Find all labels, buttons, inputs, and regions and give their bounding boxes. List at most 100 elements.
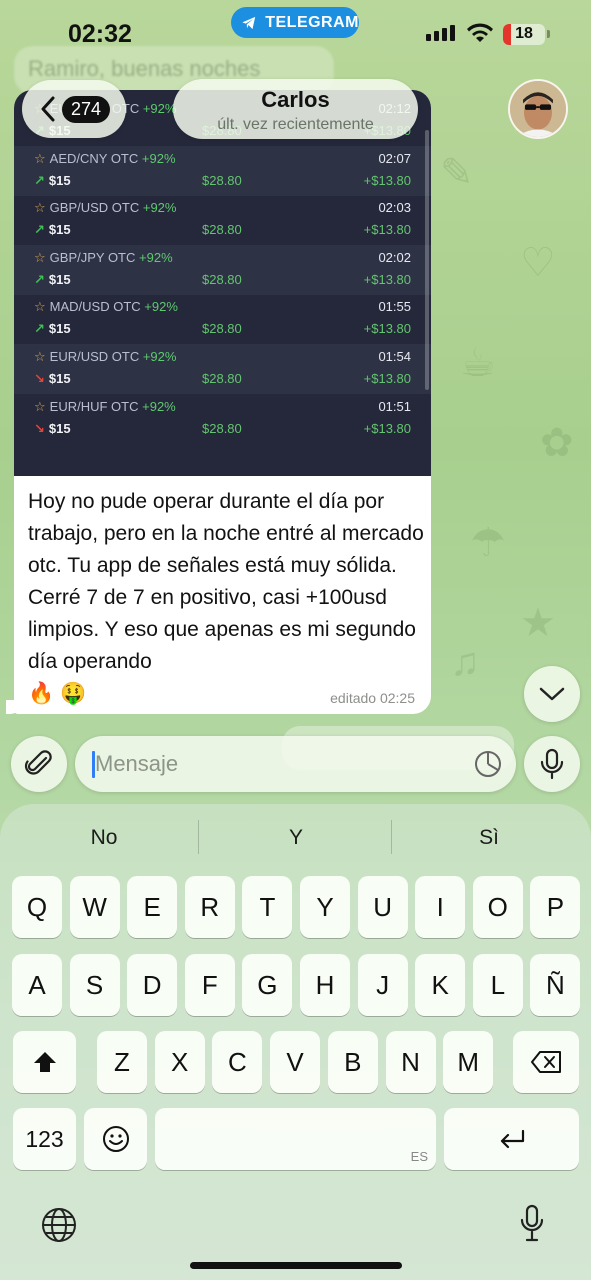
- star-icon: ☆: [34, 200, 46, 216]
- trade-amount: $15: [48, 420, 71, 436]
- key-x[interactable]: X: [154, 1031, 205, 1093]
- trade-pair: ☆EUR/USD OTC +92%: [34, 349, 176, 365]
- trade-row: ☆ GBP/JPY OTC +92% 02:02 ↗ $15 $28.80 +$13.80: [14, 244, 431, 295]
- trade-payout: $28.80: [202, 321, 242, 337]
- sticker-icon[interactable]: [474, 750, 502, 778]
- star-icon: ☆: [34, 249, 46, 265]
- key-ñ[interactable]: Ñ: [530, 954, 581, 1016]
- key-b[interactable]: B: [327, 1031, 378, 1093]
- key-z[interactable]: Z: [97, 1031, 147, 1093]
- unread-count-badge: 274: [62, 95, 111, 123]
- trade-pair: ☆ AED/CNY OTC +92%: [34, 151, 176, 167]
- emoji-icon: [102, 1126, 129, 1152]
- suggestion-1[interactable]: No: [6, 826, 202, 850]
- home-indicator: [190, 1262, 402, 1269]
- key-a[interactable]: A: [12, 954, 62, 1016]
- trade-payout-percent: +92%: [144, 299, 178, 315]
- arrow-up-right-icon: ↗: [34, 321, 45, 337]
- trade-row: ☆ EUR/HUF OTC +92% 01:51 ↘ $15 $28.80 +$13.80: [14, 394, 431, 444]
- trade-payout-percent: +92%: [142, 349, 177, 364]
- predictive-bar: No Y Sì: [0, 804, 591, 870]
- trade-amount-wrap: ↗$15: [34, 321, 71, 337]
- key-f[interactable]: F: [184, 954, 235, 1016]
- trade-amount-wrap: ↗$15: [34, 222, 71, 238]
- numbers-key[interactable]: 123: [13, 1108, 76, 1170]
- trade-profit: +$13.80: [363, 420, 411, 436]
- trade-amount: $15: [48, 371, 71, 386]
- trade-payout-percent: +92%: [141, 150, 176, 166]
- key-r[interactable]: R: [184, 876, 235, 938]
- trade-amount: $15: [48, 271, 71, 287]
- star-icon: ☆: [34, 299, 46, 315]
- key-v[interactable]: V: [270, 1031, 321, 1093]
- key-n[interactable]: N: [385, 1031, 436, 1093]
- key-s[interactable]: S: [69, 954, 120, 1016]
- avatar[interactable]: [508, 79, 568, 139]
- key-j[interactable]: J: [357, 954, 408, 1016]
- microphone-icon: [540, 748, 564, 780]
- key-i[interactable]: I: [415, 876, 466, 938]
- key-u[interactable]: U: [357, 876, 408, 938]
- contact-name: Carlos: [261, 87, 330, 112]
- return-key[interactable]: [444, 1108, 579, 1170]
- wifi-icon: [467, 23, 493, 42]
- key-o[interactable]: O: [472, 876, 523, 938]
- message-input[interactable]: [95, 744, 465, 784]
- trade-payout-percent: +92%: [142, 200, 177, 216]
- back-button[interactable]: 274: [22, 80, 126, 138]
- key-q[interactable]: Q: [12, 876, 62, 938]
- key-k[interactable]: K: [415, 954, 466, 1016]
- trade-row: ☆ AED/CNY OTC +92% 02:07 ↗ $15 $28.80 +$13.80: [14, 145, 431, 196]
- trade-profit: +$13.80: [363, 222, 411, 238]
- backspace-key[interactable]: [513, 1031, 579, 1093]
- battery-tip: [547, 30, 550, 38]
- scroll-to-bottom-button[interactable]: [524, 666, 580, 722]
- backspace-icon: [531, 1051, 561, 1073]
- key-w[interactable]: W: [69, 876, 120, 938]
- trade-row: ☆ GBP/USD OTC +92% 02:03 ↗ $15 $28.80 +$13.80: [14, 195, 431, 245]
- key-e[interactable]: E: [127, 876, 178, 938]
- dictation-icon[interactable]: [519, 1204, 545, 1244]
- suggestion-2[interactable]: Y: [198, 826, 394, 850]
- battery-icon: 18: [503, 24, 545, 45]
- trade-profit: +$13.80: [363, 172, 411, 188]
- key-c[interactable]: C: [212, 1031, 263, 1093]
- shift-key[interactable]: [13, 1031, 76, 1093]
- voice-message-button[interactable]: [524, 736, 580, 792]
- suggestion-3[interactable]: Sì: [391, 826, 587, 850]
- chevron-left-icon: [41, 96, 55, 122]
- message-input-field[interactable]: [75, 736, 516, 792]
- trade-amount: $15: [48, 321, 71, 337]
- star-icon: ☆: [34, 349, 46, 364]
- trade-amount-wrap: ↗$15: [34, 173, 71, 189]
- trade-time: 01:55: [378, 299, 411, 315]
- trade-row: ☆ MAD/USD OTC +92% 01:55 ↗ $15 $28.80 +$13.80: [14, 294, 431, 344]
- arrow-up-right-icon: ↗: [34, 172, 45, 188]
- trade-pair-name: GBP/JPY OTC: [49, 249, 136, 265]
- key-m[interactable]: M: [443, 1031, 494, 1093]
- key-d[interactable]: D: [127, 954, 178, 1016]
- telegram-pill-label: TELEGRAM: [265, 13, 359, 31]
- space-key[interactable]: ES: [155, 1108, 436, 1170]
- chat-title[interactable]: Carlos últ. vez recientemente: [173, 79, 418, 139]
- key-t[interactable]: T: [242, 876, 293, 938]
- key-y[interactable]: Y: [300, 876, 350, 938]
- trade-history-screenshot[interactable]: ☆EUR/USD OTC +92%02:12↗$15$28.80+$13.80☆…: [14, 90, 431, 476]
- key-p[interactable]: P: [530, 876, 581, 938]
- trade-payout: $28.80: [202, 371, 242, 386]
- trade-payout: $28.80: [202, 271, 242, 287]
- key-l[interactable]: L: [472, 954, 523, 1016]
- globe-icon[interactable]: [40, 1206, 78, 1244]
- return-icon: [500, 1129, 524, 1149]
- trade-amount-wrap: ↘ $15: [34, 421, 71, 437]
- message-bubble[interactable]: ☆EUR/USD OTC +92%02:12↗$15$28.80+$13.80☆…: [14, 90, 431, 714]
- key-h[interactable]: H: [300, 954, 350, 1016]
- attach-button[interactable]: [11, 736, 67, 792]
- shift-icon: [33, 1052, 56, 1072]
- trade-pair: ☆ EUR/HUF OTC +92%: [34, 399, 176, 415]
- telegram-pill[interactable]: TELEGRAM: [231, 7, 359, 38]
- key-g[interactable]: G: [242, 954, 293, 1016]
- trade-time: 02:07: [378, 150, 411, 166]
- trade-payout: $28.80: [202, 222, 242, 238]
- emoji-key[interactable]: [84, 1108, 147, 1170]
